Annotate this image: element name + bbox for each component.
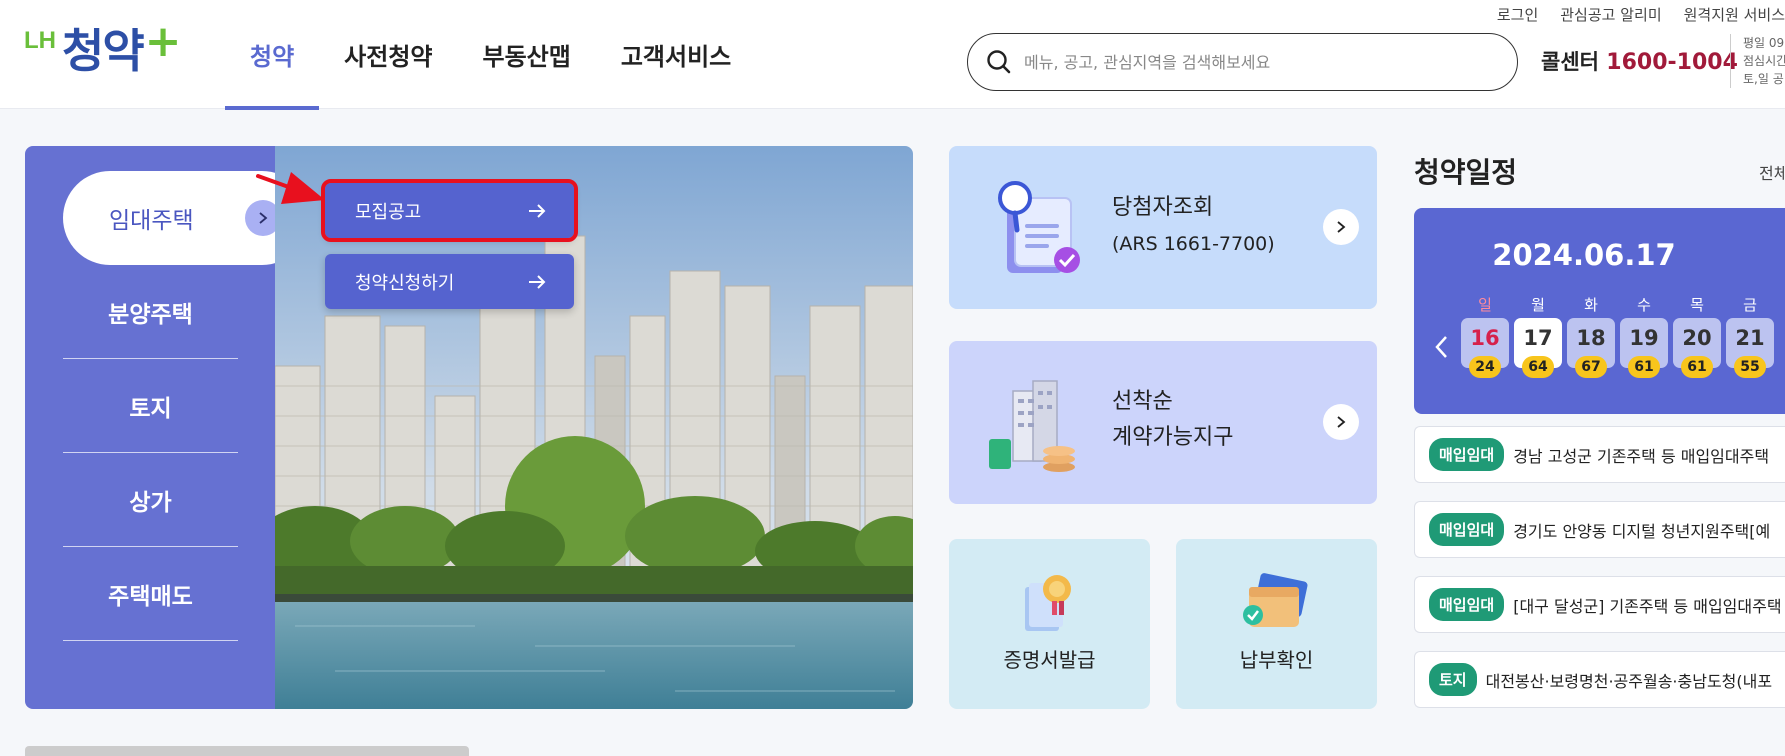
- winner-lookup-title: 당첨자조회: [1112, 195, 1214, 220]
- calendar-day[interactable]: 금 21 55: [1726, 294, 1774, 378]
- notice-item[interactable]: 매입임대 [대구 달성군] 기존주택 등 매입임대주택: [1414, 576, 1785, 633]
- gnb-item-customer-service[interactable]: 고객서비스: [596, 0, 756, 109]
- winner-lookup-card[interactable]: 당첨자조회 (ARS 1661-7700): [949, 146, 1377, 309]
- calendar-day[interactable]: 수 19 61: [1620, 294, 1668, 378]
- winner-lookup-ars: (ARS 1661-7700): [1112, 233, 1275, 255]
- callcenter-hours-weekday: 평일 09: [1743, 36, 1785, 50]
- login-link[interactable]: 로그인: [1497, 4, 1538, 25]
- submenu-apply[interactable]: 청약신청하기: [325, 254, 574, 309]
- notice-text: [대구 달성군] 기존주택 등 매입임대주택: [1513, 596, 1782, 616]
- certificate-card[interactable]: 증명서발급: [949, 539, 1150, 709]
- wallet-icon: [1243, 573, 1308, 627]
- search-box[interactable]: [967, 33, 1518, 91]
- notice-item[interactable]: 토지 대전봉산·보령명천·공주월송·충남도청(내포: [1414, 651, 1785, 708]
- search-icon: [987, 50, 1011, 74]
- callcenter-hours: 평일 09 점심시간 토,일 공: [1730, 34, 1785, 88]
- arrow-right-icon: [529, 203, 546, 218]
- menu-item-label: 임대주택: [109, 208, 194, 234]
- gnb-item-pre-subscription[interactable]: 사전청약: [319, 0, 457, 109]
- schedule-title: 청약일정: [1414, 156, 1518, 189]
- notice-text: 경남 고성군 기존주택 등 매입임대주택: [1513, 446, 1770, 466]
- callcenter-number: 1600-1004: [1606, 50, 1738, 75]
- gnb-item-realestate-map[interactable]: 부동산맵: [458, 0, 596, 109]
- bottom-section-edge: [25, 746, 469, 756]
- chevron-right-icon[interactable]: [1323, 404, 1359, 440]
- global-nav: 청약 사전청약 부동산맵 고객서비스: [225, 0, 756, 110]
- first-come-title-line1: 선착순: [1112, 389, 1173, 414]
- day-number: 17: [1523, 326, 1553, 350]
- callcenter: 콜센터 1600-1004: [1541, 46, 1738, 76]
- day-number: 19: [1629, 326, 1659, 350]
- day-of-week: 월: [1531, 296, 1545, 314]
- payment-card[interactable]: 납부확인: [1176, 539, 1377, 709]
- housing-type-menu: 임대주택 분양주택 토지 상가 주택매도: [25, 146, 309, 709]
- notice-text: 경기도 안양동 디지털 청년지원주택[예: [1513, 521, 1771, 541]
- notice-tag: 매입임대: [1429, 588, 1505, 621]
- arrow-right-icon: [529, 274, 546, 289]
- logo-plus: +: [144, 15, 182, 67]
- menu-item-commercial[interactable]: 상가: [63, 453, 238, 547]
- day-of-week: 수: [1637, 296, 1651, 314]
- day-number: 16: [1470, 326, 1500, 350]
- chevron-right-icon[interactable]: [1323, 209, 1359, 245]
- day-count-badge: 61: [1628, 356, 1660, 378]
- certificate-icon: [1025, 575, 1071, 631]
- day-number: 20: [1682, 326, 1712, 350]
- day-count-badge: 67: [1575, 356, 1607, 378]
- day-of-week: 화: [1584, 296, 1598, 314]
- calendar-day[interactable]: 일 16 24: [1461, 294, 1509, 378]
- menu-item-house-sale[interactable]: 주택매도: [63, 547, 238, 641]
- logo-lh: LH: [24, 27, 56, 54]
- calendar-date: 2024.06.17: [1492, 238, 1676, 272]
- notice-tag: 매입임대: [1429, 438, 1505, 471]
- schedule-calendar: 2024.06.17 일 16 24 월 17 64 화 18 67 수 19 …: [1414, 208, 1785, 414]
- notice-item[interactable]: 매입임대 경기도 안양동 디지털 청년지원주택[예: [1414, 501, 1785, 558]
- buildings-coins-icon: [989, 380, 1075, 472]
- annotation-arrow-icon: [256, 172, 325, 204]
- menu-item-land[interactable]: 토지: [63, 359, 238, 453]
- utility-links: 로그인 관심공고 알리미 원격지원 서비스: [1497, 4, 1785, 25]
- gnb-item-subscription[interactable]: 청약: [225, 0, 320, 110]
- submenu-recruitment-notice[interactable]: 모집공고: [321, 179, 578, 242]
- search-input[interactable]: [1024, 52, 1484, 72]
- callcenter-label: 콜센터: [1541, 50, 1599, 74]
- first-come-title-line2: 계약가능지구: [1112, 425, 1234, 450]
- day-of-week: 금: [1743, 296, 1757, 314]
- notice-text: 대전봉산·보령명천·공주월송·충남도청(내포: [1485, 671, 1773, 691]
- day-number: 18: [1576, 326, 1606, 350]
- interest-alert-link[interactable]: 관심공고 알리미: [1560, 4, 1661, 25]
- notice-item[interactable]: 매입임대 경남 고성군 기존주택 등 매입임대주택: [1414, 426, 1785, 483]
- callcenter-hours-lunch: 점심시간: [1743, 54, 1785, 68]
- logo-name: 청약: [62, 24, 145, 78]
- day-count-badge: 24: [1469, 356, 1501, 378]
- day-count-badge: 64: [1522, 356, 1554, 378]
- lh-logo[interactable]: LH 청약 +: [24, 15, 182, 79]
- notice-tag: 토지: [1429, 663, 1477, 696]
- payment-label: 납부확인: [1239, 648, 1314, 672]
- callcenter-hours-weekend: 토,일 공: [1743, 72, 1784, 86]
- certificate-label: 증명서발급: [1003, 648, 1096, 672]
- notice-tag: 매입임대: [1429, 513, 1505, 546]
- day-of-week: 목: [1690, 296, 1704, 314]
- calendar-day-today[interactable]: 월 17 64: [1514, 294, 1562, 378]
- day-number: 21: [1735, 326, 1765, 350]
- document-search-icon: [998, 181, 1080, 273]
- header: 로그인 관심공고 알리미 원격지원 서비스 LH 청약 + 청약 사전청약 부동…: [0, 0, 1785, 110]
- day-of-week: 일: [1478, 296, 1492, 314]
- remote-support-link[interactable]: 원격지원 서비스: [1684, 4, 1785, 25]
- day-count-badge: 55: [1734, 356, 1766, 378]
- first-come-card[interactable]: 선착순 계약가능지구: [949, 341, 1377, 504]
- menu-item-sale-housing[interactable]: 분양주택: [63, 265, 238, 359]
- calendar-day[interactable]: 화 18 67: [1567, 294, 1615, 378]
- schedule-all-link[interactable]: 전체: [1759, 160, 1785, 184]
- submenu-label: 모집공고: [355, 201, 422, 223]
- submenu-label: 청약신청하기: [355, 272, 455, 294]
- calendar-day[interactable]: 목 20 61: [1673, 294, 1721, 378]
- day-count-badge: 61: [1681, 356, 1713, 378]
- chevron-left-icon[interactable]: [1434, 335, 1448, 359]
